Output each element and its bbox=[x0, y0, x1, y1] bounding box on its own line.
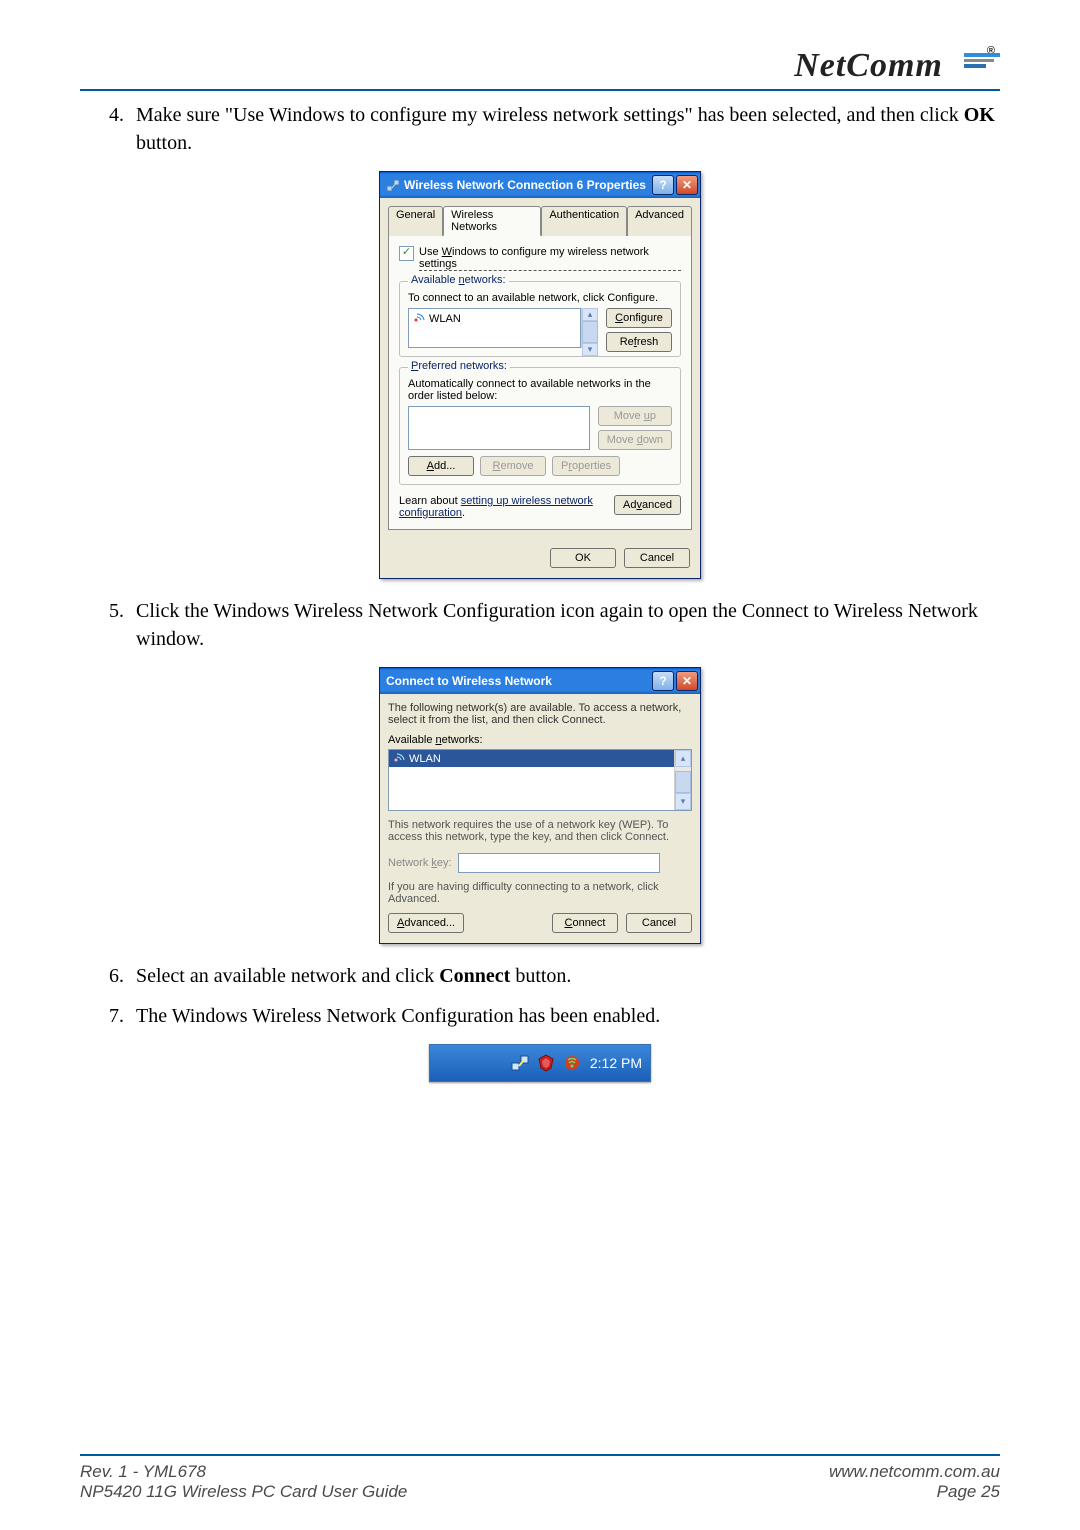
step-7: 7. The Windows Wireless Network Configur… bbox=[80, 1002, 1000, 1030]
step-number: 5. bbox=[80, 597, 136, 653]
network-name: WLAN bbox=[429, 313, 461, 325]
network-name: WLAN bbox=[409, 753, 441, 765]
network-key-label: Network key: bbox=[388, 857, 452, 869]
scroll-down-icon[interactable]: ▾ bbox=[582, 343, 598, 356]
instruction-list: 4. Make sure "Use Windows to configure m… bbox=[80, 101, 1000, 157]
use-windows-label: Use Windows to configure my wireless net… bbox=[419, 246, 681, 271]
wireless-config-icon[interactable] bbox=[562, 1053, 582, 1073]
footer-right: www.netcomm.com.au Page 25 bbox=[829, 1462, 1000, 1502]
step-number: 6. bbox=[80, 962, 136, 990]
figure-system-tray: 2:12 PM bbox=[80, 1044, 1000, 1082]
advanced-button[interactable]: Advanced bbox=[614, 495, 681, 515]
scroll-down-icon[interactable]: ▾ bbox=[675, 793, 691, 810]
intro-text: The following network(s) are available. … bbox=[388, 702, 692, 726]
wifi-icon bbox=[413, 311, 425, 326]
tab-general[interactable]: General bbox=[388, 206, 443, 236]
step-text: The Windows Wireless Network Configurati… bbox=[136, 1002, 1000, 1030]
network-item-wlan[interactable]: WLAN bbox=[389, 750, 674, 767]
titlebar: Connect to Wireless Network ? ✕ bbox=[380, 668, 700, 694]
connect-button[interactable]: Connect bbox=[552, 913, 618, 933]
remove-button[interactable]: Remove bbox=[480, 456, 546, 476]
step-6: 6. Select an available network and click… bbox=[80, 962, 1000, 990]
scroll-thumb[interactable] bbox=[582, 321, 598, 343]
move-up-button[interactable]: Move up bbox=[598, 406, 672, 426]
available-scrollbar[interactable]: ▴ ▾ bbox=[581, 308, 598, 348]
networks-scrollbar[interactable]: ▴ ▾ bbox=[674, 750, 691, 810]
help-button[interactable]: ? bbox=[652, 671, 674, 691]
refresh-button[interactable]: Refresh bbox=[606, 332, 672, 352]
scroll-up-icon[interactable]: ▴ bbox=[675, 750, 691, 767]
tab-authentication[interactable]: Authentication bbox=[541, 206, 627, 236]
step-text: Click the Windows Wireless Network Confi… bbox=[136, 597, 1000, 653]
logo-text: NetComm bbox=[794, 47, 943, 84]
add-button[interactable]: Add... bbox=[408, 456, 474, 476]
figure-properties-dialog: Wireless Network Connection 6 Properties… bbox=[80, 171, 1000, 579]
tab-panel: ✓ Use Windows to configure my wireless n… bbox=[388, 235, 692, 530]
help-button[interactable]: ? bbox=[652, 175, 674, 195]
system-tray: 2:12 PM bbox=[429, 1044, 651, 1082]
network-icon bbox=[386, 178, 400, 192]
connect-to-wireless-dialog: Connect to Wireless Network ? ✕ The foll… bbox=[379, 667, 701, 944]
preferred-desc: Automatically connect to available netwo… bbox=[408, 378, 672, 402]
preferred-networks-group: Preferred networks: Automatically connec… bbox=[399, 367, 681, 485]
available-desc: To connect to an available network, clic… bbox=[408, 292, 672, 304]
netcomm-logo: NetComm ® bbox=[794, 47, 1000, 85]
scroll-thumb[interactable] bbox=[675, 771, 691, 793]
learn-about-row: Learn about setting up wireless network … bbox=[399, 495, 681, 519]
page-header: NetComm ® bbox=[80, 30, 1000, 91]
step-number: 7. bbox=[80, 1002, 136, 1030]
available-networks-group: Available networks: To connect to an ava… bbox=[399, 281, 681, 357]
clock: 2:12 PM bbox=[590, 1055, 642, 1071]
available-networks-list[interactable]: WLAN bbox=[408, 308, 581, 348]
advanced-button[interactable]: Advanced... bbox=[388, 913, 464, 933]
footer-left: Rev. 1 - YML678 NP5420 11G Wireless PC C… bbox=[80, 1462, 407, 1502]
tab-wireless-networks[interactable]: Wireless Networks bbox=[443, 206, 541, 236]
wireless-properties-dialog: Wireless Network Connection 6 Properties… bbox=[379, 171, 701, 579]
titlebar-text: Wireless Network Connection 6 Properties bbox=[404, 178, 650, 192]
tab-bar: General Wireless Networks Authentication… bbox=[388, 206, 692, 236]
step-text: Select an available network and click Co… bbox=[136, 962, 1000, 990]
titlebar: Wireless Network Connection 6 Properties… bbox=[380, 172, 700, 198]
preferred-networks-legend: Preferred networks: bbox=[408, 360, 510, 372]
close-button[interactable]: ✕ bbox=[676, 175, 698, 195]
titlebar-text: Connect to Wireless Network bbox=[386, 674, 650, 688]
move-down-button[interactable]: Move down bbox=[598, 430, 672, 450]
registered-mark: ® bbox=[987, 45, 996, 57]
step-5: 5. Click the Windows Wireless Network Co… bbox=[80, 597, 1000, 653]
scroll-up-icon[interactable]: ▴ bbox=[582, 308, 598, 321]
network-item-wlan[interactable]: WLAN bbox=[413, 311, 576, 326]
available-networks-legend: Available networks: bbox=[408, 274, 509, 286]
step-number: 4. bbox=[80, 101, 136, 157]
available-label: Available networks: bbox=[388, 734, 692, 746]
properties-button[interactable]: Properties bbox=[552, 456, 620, 476]
preferred-networks-list[interactable] bbox=[408, 406, 590, 450]
step-text: Make sure "Use Windows to configure my w… bbox=[136, 101, 1000, 157]
wep-text: This network requires the use of a netwo… bbox=[388, 819, 692, 843]
figure-connect-dialog: Connect to Wireless Network ? ✕ The foll… bbox=[80, 667, 1000, 944]
trouble-text: If you are having difficulty connecting … bbox=[388, 881, 692, 905]
available-networks-list[interactable]: WLAN ▴ ▾ bbox=[388, 749, 692, 811]
close-button[interactable]: ✕ bbox=[676, 671, 698, 691]
page-footer: Rev. 1 - YML678 NP5420 11G Wireless PC C… bbox=[80, 1454, 1000, 1502]
network-connection-icon[interactable] bbox=[510, 1053, 530, 1073]
wifi-icon bbox=[393, 751, 405, 766]
tab-advanced[interactable]: Advanced bbox=[627, 206, 692, 236]
configure-button[interactable]: Configure bbox=[606, 308, 672, 328]
cancel-button[interactable]: Cancel bbox=[624, 548, 690, 568]
antivirus-icon[interactable] bbox=[536, 1053, 556, 1073]
step-4: 4. Make sure "Use Windows to configure m… bbox=[80, 101, 1000, 157]
use-windows-checkbox[interactable]: ✓ bbox=[399, 246, 414, 261]
network-key-input[interactable] bbox=[458, 853, 660, 873]
cancel-button[interactable]: Cancel bbox=[626, 913, 692, 933]
ok-button[interactable]: OK bbox=[550, 548, 616, 568]
